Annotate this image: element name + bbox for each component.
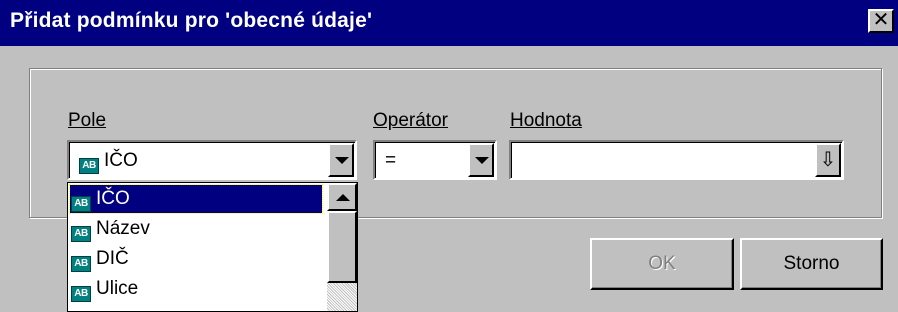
ok-button[interactable]: OK [590,238,734,290]
value-input[interactable]: ⇩ [509,140,844,180]
text-field-icon: AB [71,286,91,302]
field-dropdown-list[interactable]: AB IČO AB Název AB DIČ AB Ulice [67,182,358,312]
text-field-icon: AB [79,158,99,174]
scroll-up-button[interactable] [327,183,357,211]
field-label: Pole [68,110,106,132]
text-field-icon: AB [71,196,91,212]
list-item[interactable]: AB Název [70,215,325,243]
operator-dropdown-button[interactable] [468,143,494,177]
value-picker-button[interactable]: ⇩ [815,143,841,177]
list-scrollbar[interactable] [327,183,357,311]
list-item-label: IČO [96,188,130,209]
close-icon: ✕ [872,9,890,31]
operator-label-text: Operátor [373,110,448,131]
arrow-down-icon: ⇩ [819,149,837,171]
text-field-icon: AB [71,226,91,242]
list-item-label: Název [96,218,150,239]
list-item[interactable]: AB DIČ [70,245,325,273]
field-select-text: IČO [104,150,138,171]
list-item[interactable]: AB Ulice [70,275,325,303]
title-bar[interactable]: Přidat podmínku pro 'obecné údaje' ✕ [0,0,898,46]
cancel-button[interactable]: Storno [740,238,883,290]
field-select-value: AB IČO [79,150,138,174]
close-button[interactable]: ✕ [868,9,894,33]
field-select[interactable]: AB IČO [67,140,357,180]
operator-select-text: = [385,150,397,171]
chevron-down-icon [475,157,489,164]
text-field-icon: AB [71,256,91,272]
operator-label: Operátor [373,110,448,132]
operator-select[interactable]: = [373,140,497,180]
chevron-down-icon [335,157,349,164]
scroll-track[interactable] [327,283,357,311]
list-item-label: Ulice [96,278,139,299]
list-item-label: DIČ [96,248,129,269]
field-dropdown-button[interactable] [328,143,354,177]
dialog-title: Přidat podmínku pro 'obecné údaje' [10,9,373,32]
scroll-thumb[interactable] [327,211,357,283]
list-item[interactable]: AB IČO [69,184,323,214]
value-label-text: Hodnota [510,110,582,131]
add-condition-dialog: Přidat podmínku pro 'obecné údaje' ✕ Pol… [0,0,898,312]
value-label: Hodnota [510,110,582,132]
field-label-text: Pole [68,110,107,131]
chevron-up-icon [336,194,350,201]
